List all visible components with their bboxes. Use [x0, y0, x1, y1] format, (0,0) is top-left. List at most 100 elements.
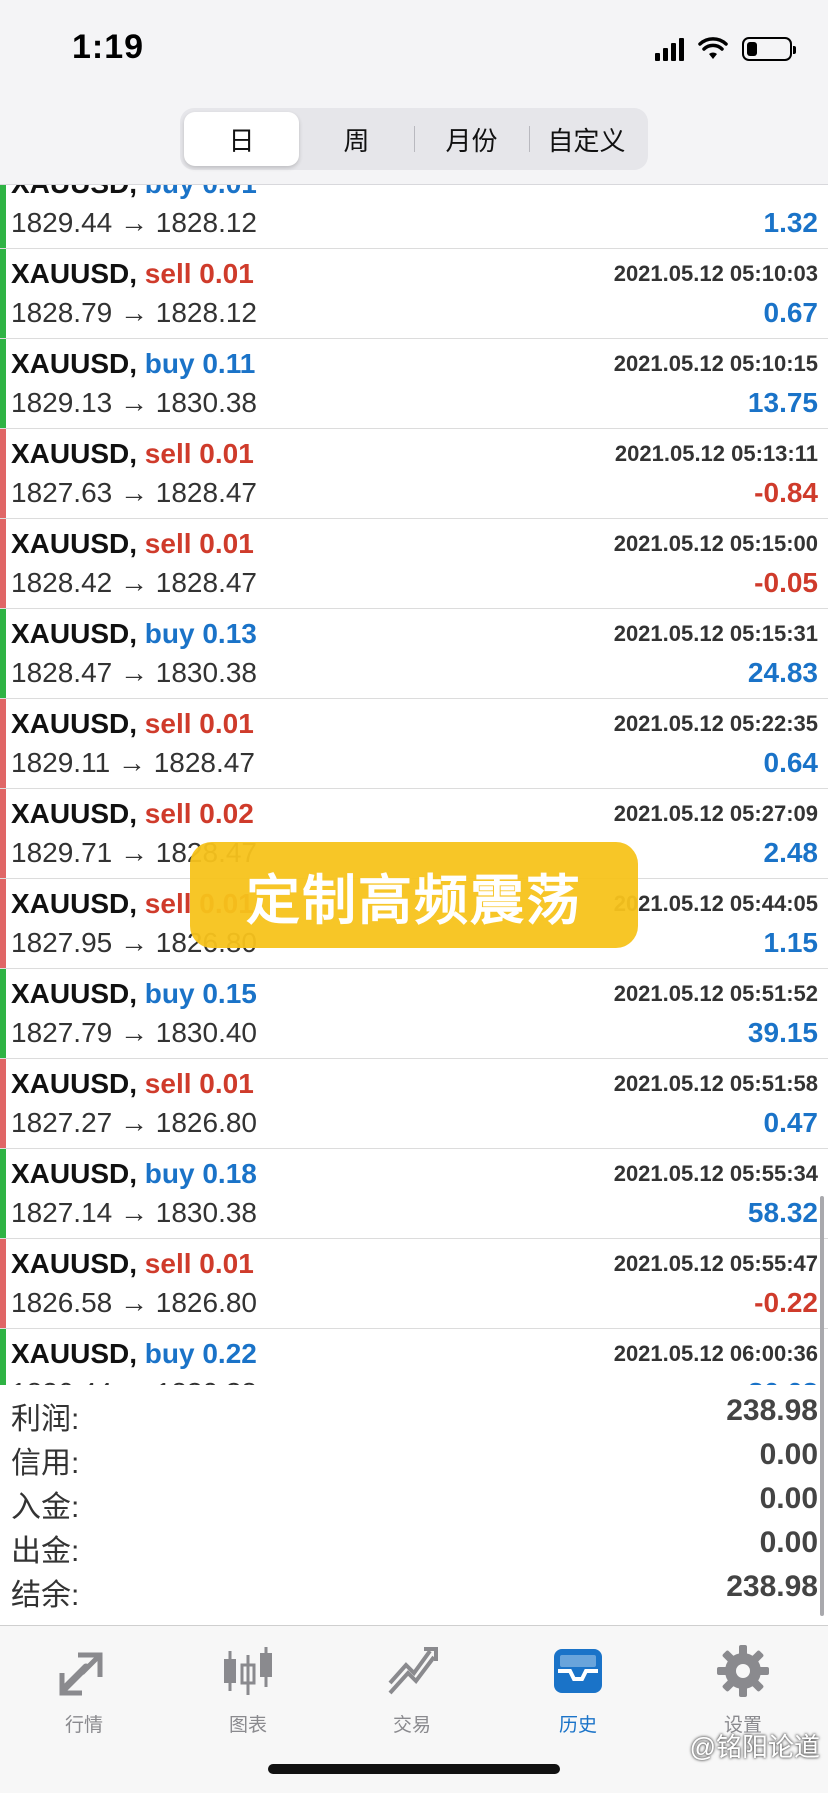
- trade-time: 2021.05.12 05:55:47: [613, 1251, 818, 1276]
- trade-profit: 2.48: [763, 837, 819, 868]
- row-status-bar: [0, 339, 6, 428]
- table-row[interactable]: XAUUSD, sell 0.01 2021.05.12 05:15:00 1828…: [0, 519, 828, 609]
- trade-direction: buy: [144, 1338, 195, 1369]
- table-row[interactable]: XAUUSD, buy 0.01 1829.44 → 1828.12 1.32: [0, 185, 828, 249]
- table-row[interactable]: XAUUSD, sell 0.01 2021.05.12 05:22:35 1829…: [0, 699, 828, 789]
- trade-line-icon: [388, 1647, 438, 1695]
- trade-volume: 0.11: [202, 348, 256, 379]
- tab-history[interactable]: 历史: [518, 1638, 638, 1737]
- tab-day[interactable]: 日: [184, 112, 299, 166]
- trade-direction: sell: [144, 438, 192, 469]
- trade-profit: -0.84: [754, 477, 818, 508]
- tab-quotes[interactable]: 行情: [24, 1638, 144, 1737]
- summary-value: 238.98: [726, 1570, 818, 1603]
- table-row[interactable]: XAUUSD, buy 0.13 2021.05.12 05:15:31 1828.…: [0, 609, 828, 699]
- trade-volume: 0.01: [199, 1068, 254, 1099]
- row-status-bar: [0, 609, 6, 698]
- summary-label: 入金:: [11, 1491, 80, 1524]
- trade-prices: 1827.79 → 1830.40: [11, 1017, 257, 1048]
- tab-settings[interactable]: 设置: [683, 1638, 803, 1737]
- summary-row: 结余: 238.98: [0, 1566, 828, 1612]
- trade-symbol-line: XAUUSD, sell 0.02: [11, 798, 254, 829]
- battery-icon: [742, 37, 796, 61]
- trade-direction: buy: [144, 1158, 195, 1189]
- open-price: 1826.44: [11, 1377, 112, 1385]
- table-row[interactable]: XAUUSD, sell 0.01 2021.05.12 05:55:47 1826…: [0, 1239, 828, 1329]
- trade-symbol-line: XAUUSD, sell 0.01: [11, 528, 254, 559]
- trade-volume: 0.15: [202, 978, 257, 1009]
- promo-badge: 定制高频震荡: [190, 842, 638, 948]
- trade-time: 2021.05.12 05:13:11: [614, 441, 818, 466]
- table-row[interactable]: XAUUSD, buy 0.18 2021.05.12 05:55:34 1827.…: [0, 1149, 828, 1239]
- open-price: 1827.27: [11, 1107, 113, 1138]
- period-segmented-control: 日 周 月份 自定义: [180, 108, 648, 170]
- trade-symbol: XAUUSD: [11, 798, 130, 829]
- trade-profit: -0.05: [754, 567, 818, 598]
- trade-symbol: XAUUSD: [11, 438, 130, 469]
- trade-volume: 0.22: [202, 1338, 257, 1369]
- table-row[interactable]: XAUUSD, buy 0.15 2021.05.12 05:51:52 1827.…: [0, 969, 828, 1059]
- trade-profit: 0.67: [763, 297, 819, 328]
- trade-prices: 1828.79 → 1828.12: [11, 297, 257, 328]
- summary-row: 信用: 0.00: [0, 1434, 828, 1480]
- table-row[interactable]: XAUUSD, sell 0.01 2021.05.12 05:13:11 1827…: [0, 429, 828, 519]
- close-price: 1828.47: [155, 567, 257, 598]
- trade-prices: 1829.11 → 1828.47: [11, 747, 255, 778]
- trade-prices: 1829.44 → 1828.12: [11, 207, 257, 238]
- status-icons: [655, 34, 796, 64]
- trade-symbol-line: XAUUSD, buy 0.18: [11, 1158, 257, 1189]
- summary-row: 出金: 0.00: [0, 1522, 828, 1568]
- trade-symbol-line: XAUUSD, buy 0.11: [11, 348, 256, 379]
- trade-history-list[interactable]: XAUUSD, buy 0.011829.44 → 1828.121.32XAU…: [0, 185, 828, 1385]
- open-price: 1829.13: [11, 387, 113, 418]
- table-row[interactable]: XAUUSD, buy 0.22 2021.05.12 06:00:36 1826.…: [0, 1329, 828, 1385]
- tab-trade-label: 交易: [392, 1715, 431, 1736]
- trade-symbol: XAUUSD: [11, 978, 130, 1009]
- trade-profit: 0.47: [763, 1107, 819, 1138]
- trade-volume: 0.02: [199, 798, 254, 829]
- trade-time: 2021.05.12 05:44:05: [613, 891, 818, 916]
- trade-volume: 0.13: [202, 618, 257, 649]
- summary-label: 信用:: [11, 1447, 80, 1480]
- trade-profit: 39.15: [747, 1017, 818, 1048]
- table-row[interactable]: XAUUSD, sell 0.01 2021.05.12 05:10:03 1828…: [0, 249, 828, 339]
- open-price: 1828.42: [11, 567, 113, 598]
- trade-prices: 1828.42 → 1828.47: [11, 567, 257, 598]
- trade-profit: 13.75: [747, 387, 818, 418]
- tab-custom[interactable]: 自定义: [529, 112, 644, 166]
- trade-time: 2021.05.12 05:27:09: [613, 801, 818, 826]
- trade-symbol: XAUUSD: [11, 348, 130, 379]
- trade-time: 2021.05.12 05:15:31: [613, 621, 818, 646]
- row-status-bar: [0, 699, 6, 788]
- trade-symbol-line: XAUUSD, buy 0.01: [11, 185, 257, 200]
- tab-month[interactable]: 月份: [414, 112, 529, 166]
- row-status-bar: [0, 879, 6, 968]
- trade-direction: buy: [144, 348, 195, 379]
- trade-prices: 1827.27 → 1826.80: [11, 1107, 257, 1138]
- table-row[interactable]: XAUUSD, buy 0.11 2021.05.12 05:10:15 1829.…: [0, 339, 828, 429]
- trade-time: 2021.05.12 05:22:35: [613, 711, 818, 736]
- trade-volume: 0.01: [199, 528, 254, 559]
- trade-profit: -0.22: [754, 1287, 818, 1318]
- trade-prices: 1826.44 → 1830.38: [11, 1377, 257, 1385]
- table-row[interactable]: XAUUSD, sell 0.01 2021.05.12 05:51:58 1827…: [0, 1059, 828, 1149]
- trade-direction: sell: [144, 1248, 192, 1279]
- period-header: 日 周 月份 自定义: [0, 100, 828, 185]
- row-status-bar: [0, 789, 6, 878]
- trade-direction: sell: [144, 798, 192, 829]
- summary-value: 238.98: [726, 1394, 818, 1427]
- summary-label: 利润:: [11, 1403, 80, 1436]
- scrollbar[interactable]: [820, 1196, 824, 1616]
- tab-week[interactable]: 周: [299, 112, 414, 166]
- trade-symbol: XAUUSD: [11, 618, 130, 649]
- trade-time: 2021.05.12 05:55:34: [613, 1161, 818, 1186]
- trade-symbol-line: XAUUSD, sell 0.01: [11, 258, 254, 289]
- home-indicator[interactable]: [268, 1764, 560, 1774]
- trade-profit: 58.32: [747, 1197, 818, 1228]
- tab-trade[interactable]: 交易: [352, 1638, 472, 1737]
- trade-profit: 1.15: [763, 927, 819, 958]
- quotes-arrows-icon: [59, 1652, 103, 1696]
- tab-quotes-label: 行情: [64, 1715, 103, 1736]
- open-price: 1827.95: [11, 927, 113, 958]
- tab-chart[interactable]: 图表: [188, 1638, 308, 1737]
